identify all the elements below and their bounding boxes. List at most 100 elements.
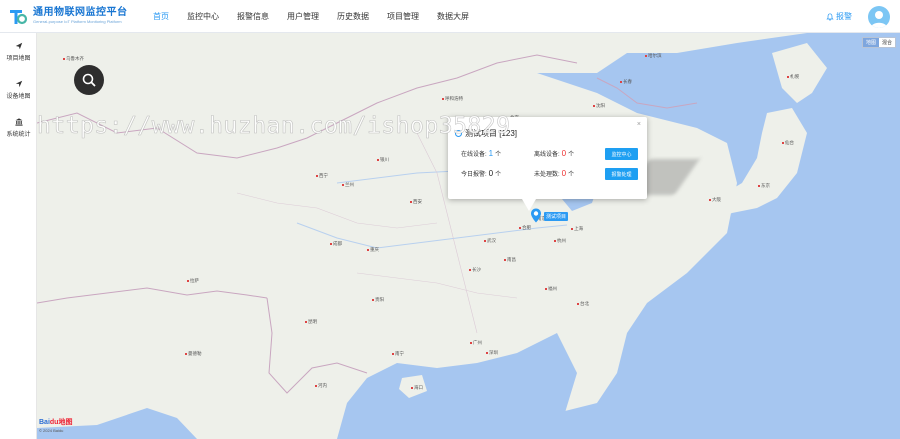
project-info-popup: × 测试项目 [123] 在线设备: 1 个 离线设备: 0 个 监控中心 今日报警: 0… [448, 117, 647, 211]
project-marker[interactable] [530, 208, 542, 228]
top-header: 通用物联网监控平台 General-purpose IoT Platform M… [0, 0, 900, 33]
city-label: 南昌 [504, 257, 516, 263]
city-name: 重庆 [370, 247, 379, 252]
sidebar-item-device-map[interactable]: 设备地图 [0, 71, 37, 109]
city-name: 福州 [548, 286, 557, 291]
city-name: 成都 [333, 241, 342, 246]
city-label: 福州 [545, 286, 557, 292]
city-dot-icon [392, 352, 394, 355]
nav-item-5[interactable]: 项目管理 [378, 0, 428, 33]
popup-title: 测试项目 [123] [455, 128, 517, 139]
city-name: 沈阳 [596, 103, 605, 108]
city-name: 大阪 [712, 197, 721, 202]
alarm-link[interactable]: 报警 [826, 11, 852, 22]
city-dot-icon [316, 174, 318, 177]
city-label: 贵阳 [372, 297, 384, 303]
sidebar-item-project-map[interactable]: 项目地图 [0, 33, 37, 71]
city-label: 呼和浩特 [442, 96, 463, 102]
user-avatar-icon [871, 10, 887, 28]
city-label: 海口 [411, 385, 423, 391]
city-name: 杭州 [557, 238, 566, 243]
sidebar-item-label: 设备地图 [6, 94, 31, 100]
city-label: 重庆 [367, 247, 379, 253]
city-dot-icon [315, 384, 317, 387]
city-dot-icon [709, 198, 711, 201]
city-name: 海口 [414, 385, 423, 390]
nav-item-2[interactable]: 报警信息 [228, 0, 278, 33]
map-search-button[interactable] [74, 65, 104, 95]
user-avatar[interactable] [868, 5, 890, 28]
city-dot-icon [504, 258, 506, 261]
sidebar-item-system-stats[interactable]: 系统统计 [0, 109, 37, 147]
city-label: 台北 [577, 301, 589, 307]
city-dot-icon [342, 183, 344, 186]
map-copyright: © 2024 Baidu [39, 428, 64, 433]
city-name: 东京 [761, 183, 770, 188]
sidebar-item-label: 系统统计 [6, 132, 31, 138]
city-label: 杭州 [554, 238, 566, 244]
city-name: 深圳 [489, 350, 498, 355]
city-label: 西安 [410, 199, 422, 205]
city-dot-icon [645, 54, 647, 57]
city-name: 上海 [574, 226, 583, 231]
city-dot-icon [410, 200, 412, 203]
city-dot-icon [411, 386, 413, 389]
city-dot-icon [367, 248, 369, 251]
unhandled-unit: 个 [568, 172, 575, 178]
marker-label: 测试项目 [544, 212, 569, 221]
city-dot-icon [185, 352, 187, 355]
city-name: 札幌 [790, 74, 799, 79]
city-name: 西宁 [319, 173, 328, 178]
popup-close-button[interactable]: × [637, 121, 641, 128]
city-name: 南昌 [507, 257, 516, 262]
monitor-center-button[interactable]: 监控中心 [605, 148, 638, 160]
city-dot-icon [470, 341, 472, 344]
city-name: 兰州 [345, 182, 354, 187]
city-label: 沈阳 [593, 103, 605, 109]
send-icon [15, 42, 22, 50]
baidu-logo-text-2: du地图 [49, 419, 73, 426]
today-alarm-value: 0 [488, 169, 494, 178]
city-label: 仙台 [782, 140, 794, 146]
city-name: 南宁 [395, 351, 404, 356]
city-dot-icon [545, 287, 547, 290]
city-label: 上海 [571, 226, 583, 232]
city-name: 贵阳 [375, 297, 384, 302]
nav-item-3[interactable]: 用户管理 [278, 0, 328, 33]
nav-item-1[interactable]: 监控中心 [178, 0, 228, 33]
city-label: 大阪 [709, 197, 721, 203]
city-dot-icon [305, 320, 307, 323]
offline-label: 离线设备: [534, 152, 560, 158]
city-name: 长沙 [472, 267, 481, 272]
city-label: 武汉 [484, 238, 496, 244]
city-dot-icon [484, 239, 486, 242]
city-name: 长春 [623, 79, 632, 84]
app-logo[interactable]: 通用物联网监控平台 General-purpose IoT Platform M… [8, 6, 138, 26]
sidebar-item-label: 项目地图 [6, 56, 31, 62]
unhandled-alarms: 未处理数: 0 个 [534, 169, 574, 178]
map-type-option-1[interactable]: 混合 [879, 38, 895, 47]
alarm-handle-button[interactable]: 报警处理 [605, 168, 638, 180]
city-dot-icon [469, 268, 471, 271]
baidu-logo-text: Bai [39, 419, 50, 426]
nav-item-0[interactable]: 首页 [144, 0, 178, 33]
city-label: 曼德勒 [185, 351, 202, 357]
city-label: 银川 [377, 157, 389, 163]
city-dot-icon [63, 57, 65, 60]
city-dot-icon [486, 351, 488, 354]
map-type-option-0[interactable]: 地图 [862, 38, 879, 47]
city-label: 哈尔滨 [645, 53, 662, 59]
navigation-icon [15, 80, 22, 88]
offline-devices: 离线设备: 0 个 [534, 149, 574, 158]
city-dot-icon [519, 226, 521, 229]
popup-title-text: 测试项目 [123] [465, 129, 518, 138]
city-name: 乌鲁木齐 [66, 56, 84, 61]
online-label: 在线设备: [461, 152, 487, 158]
map-canvas[interactable]: 哈尔滨长春沈阳大连北京天津呼和浩特石家庄太原济南郑州西安兰州西宁银川合肥南京上海… [37, 33, 900, 439]
baidu-map-logo[interactable]: Baidu地图 [39, 417, 72, 427]
city-name: 河内 [318, 383, 327, 388]
nav-item-4[interactable]: 历史数据 [328, 0, 378, 33]
city-dot-icon [377, 158, 379, 161]
city-dot-icon [554, 239, 556, 242]
nav-item-6[interactable]: 数据大屏 [428, 0, 478, 33]
